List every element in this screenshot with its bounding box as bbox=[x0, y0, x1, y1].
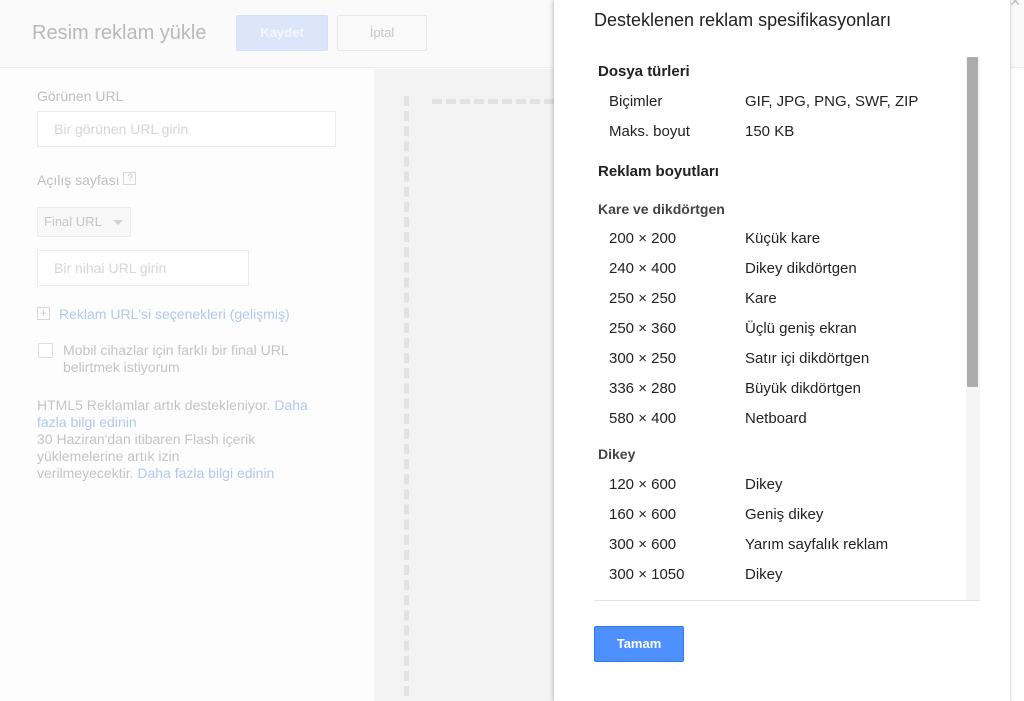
size-dimensions: 160 × 600 bbox=[609, 506, 677, 523]
flash-notice-line2: yüklemelerine artık izin bbox=[37, 448, 180, 464]
form-panel bbox=[0, 69, 374, 701]
size-dimensions: 120 × 600 bbox=[609, 476, 677, 493]
html5-learn-more-link-part2[interactable]: fazla bilgi edinin bbox=[37, 414, 308, 431]
size-dimensions: 300 × 600 bbox=[609, 536, 677, 553]
page-title: Resim reklam yükle bbox=[32, 22, 207, 44]
size-dimensions: 250 × 250 bbox=[609, 290, 677, 307]
file-types-heading: Dosya türleri bbox=[598, 63, 690, 80]
vertical-heading: Dikey bbox=[598, 446, 636, 462]
mobile-url-checkbox[interactable] bbox=[38, 343, 53, 358]
upload-drop-area[interactable] bbox=[374, 69, 554, 701]
html5-learn-more-link-part1[interactable]: Daha bbox=[274, 397, 307, 413]
drop-area-border-horizontal bbox=[432, 99, 554, 104]
final-url-input[interactable]: Bir nihai URL girin bbox=[37, 250, 249, 286]
final-url-select[interactable]: Final URL bbox=[37, 207, 131, 237]
ad-url-options-link[interactable]: Reklam URL'si seçenekleri (gelişmiş) bbox=[59, 306, 290, 322]
size-dimensions: 336 × 280 bbox=[609, 380, 677, 397]
size-name: Üçlü geniş ekran bbox=[745, 320, 857, 337]
expand-plus-icon[interactable]: + bbox=[37, 307, 50, 320]
size-name: Dikey dikdörtgen bbox=[745, 260, 857, 277]
flash-notice-line1: 30 Haziran'dan itibaren Flash içerik bbox=[37, 431, 256, 447]
chevron-down-icon bbox=[113, 220, 123, 225]
mobile-url-checkbox-label: Mobil cihazlar için farklı bir final URL… bbox=[63, 342, 289, 376]
size-name: Satır içi dikdörtgen bbox=[745, 350, 870, 367]
html5-notice: HTML5 Reklamlar artık destekleniyor. Dah… bbox=[37, 397, 308, 482]
size-dimensions: 240 × 400 bbox=[609, 260, 677, 277]
size-name: Geniş dikey bbox=[745, 506, 824, 523]
mobile-url-label-line2: belirtmek istiyorum bbox=[63, 359, 180, 375]
ok-button[interactable]: Tamam bbox=[594, 626, 684, 662]
size-name: Netboard bbox=[745, 410, 807, 427]
size-dimensions: 300 × 250 bbox=[609, 350, 677, 367]
flash-notice-line3: verilmeyecektir. bbox=[37, 465, 134, 481]
help-icon[interactable]: ? bbox=[123, 172, 137, 185]
landing-page-label: Açılış sayfası? bbox=[37, 172, 137, 188]
landing-page-label-text: Açılış sayfası bbox=[37, 172, 120, 188]
size-name: Kare bbox=[745, 290, 777, 307]
size-dimensions: 250 × 360 bbox=[609, 320, 677, 337]
size-dimensions: 300 × 1050 bbox=[609, 566, 685, 583]
size-dimensions: 580 × 400 bbox=[609, 410, 677, 427]
size-name: Dikey bbox=[745, 476, 783, 493]
size-name: Dikey bbox=[745, 566, 783, 583]
file-type-value: GIF, JPG, PNG, SWF, ZIP bbox=[745, 93, 919, 110]
display-url-input[interactable]: Bir görünen URL girin bbox=[37, 111, 336, 147]
specs-scroll-area[interactable]: Dosya türleri Biçimler GIF, JPG, PNG, SW… bbox=[594, 57, 980, 601]
final-url-select-value: Final URL bbox=[44, 214, 102, 229]
mobile-url-label-line1: Mobil cihazlar için farklı bir final URL bbox=[63, 342, 289, 358]
dialog-title: Desteklenen reklam spesifikasyonları bbox=[594, 10, 892, 30]
square-rect-heading: Kare ve dikdörtgen bbox=[598, 201, 725, 217]
close-icon[interactable]: × bbox=[1010, 0, 1024, 10]
specs-content: Dosya türleri Biçimler GIF, JPG, PNG, SW… bbox=[594, 57, 966, 600]
scrollbar-thumb[interactable] bbox=[967, 57, 978, 387]
file-type-label: Maks. boyut bbox=[609, 123, 690, 140]
size-name: Yarım sayfalık reklam bbox=[745, 536, 889, 553]
file-type-value: 150 KB bbox=[745, 123, 795, 140]
html5-notice-text: HTML5 Reklamlar artık destekleniyor. bbox=[37, 397, 271, 413]
ad-specs-dialog: Desteklenen reklam spesifikasyonları Dos… bbox=[554, 0, 1010, 701]
flash-learn-more-link[interactable]: Daha fazla bilgi edinin bbox=[137, 465, 274, 481]
size-name: Küçük kare bbox=[745, 230, 821, 247]
size-dimensions: 200 × 200 bbox=[609, 230, 677, 247]
ad-sizes-heading: Reklam boyutları bbox=[598, 163, 719, 180]
size-name: Büyük dikdörtgen bbox=[745, 380, 861, 397]
display-url-label: Görünen URL bbox=[37, 88, 124, 104]
cancel-button[interactable]: İptal bbox=[337, 15, 427, 51]
save-button[interactable]: Kaydet bbox=[236, 15, 328, 51]
drop-area-border-vertical bbox=[404, 96, 410, 696]
file-type-label: Biçimler bbox=[609, 93, 663, 110]
